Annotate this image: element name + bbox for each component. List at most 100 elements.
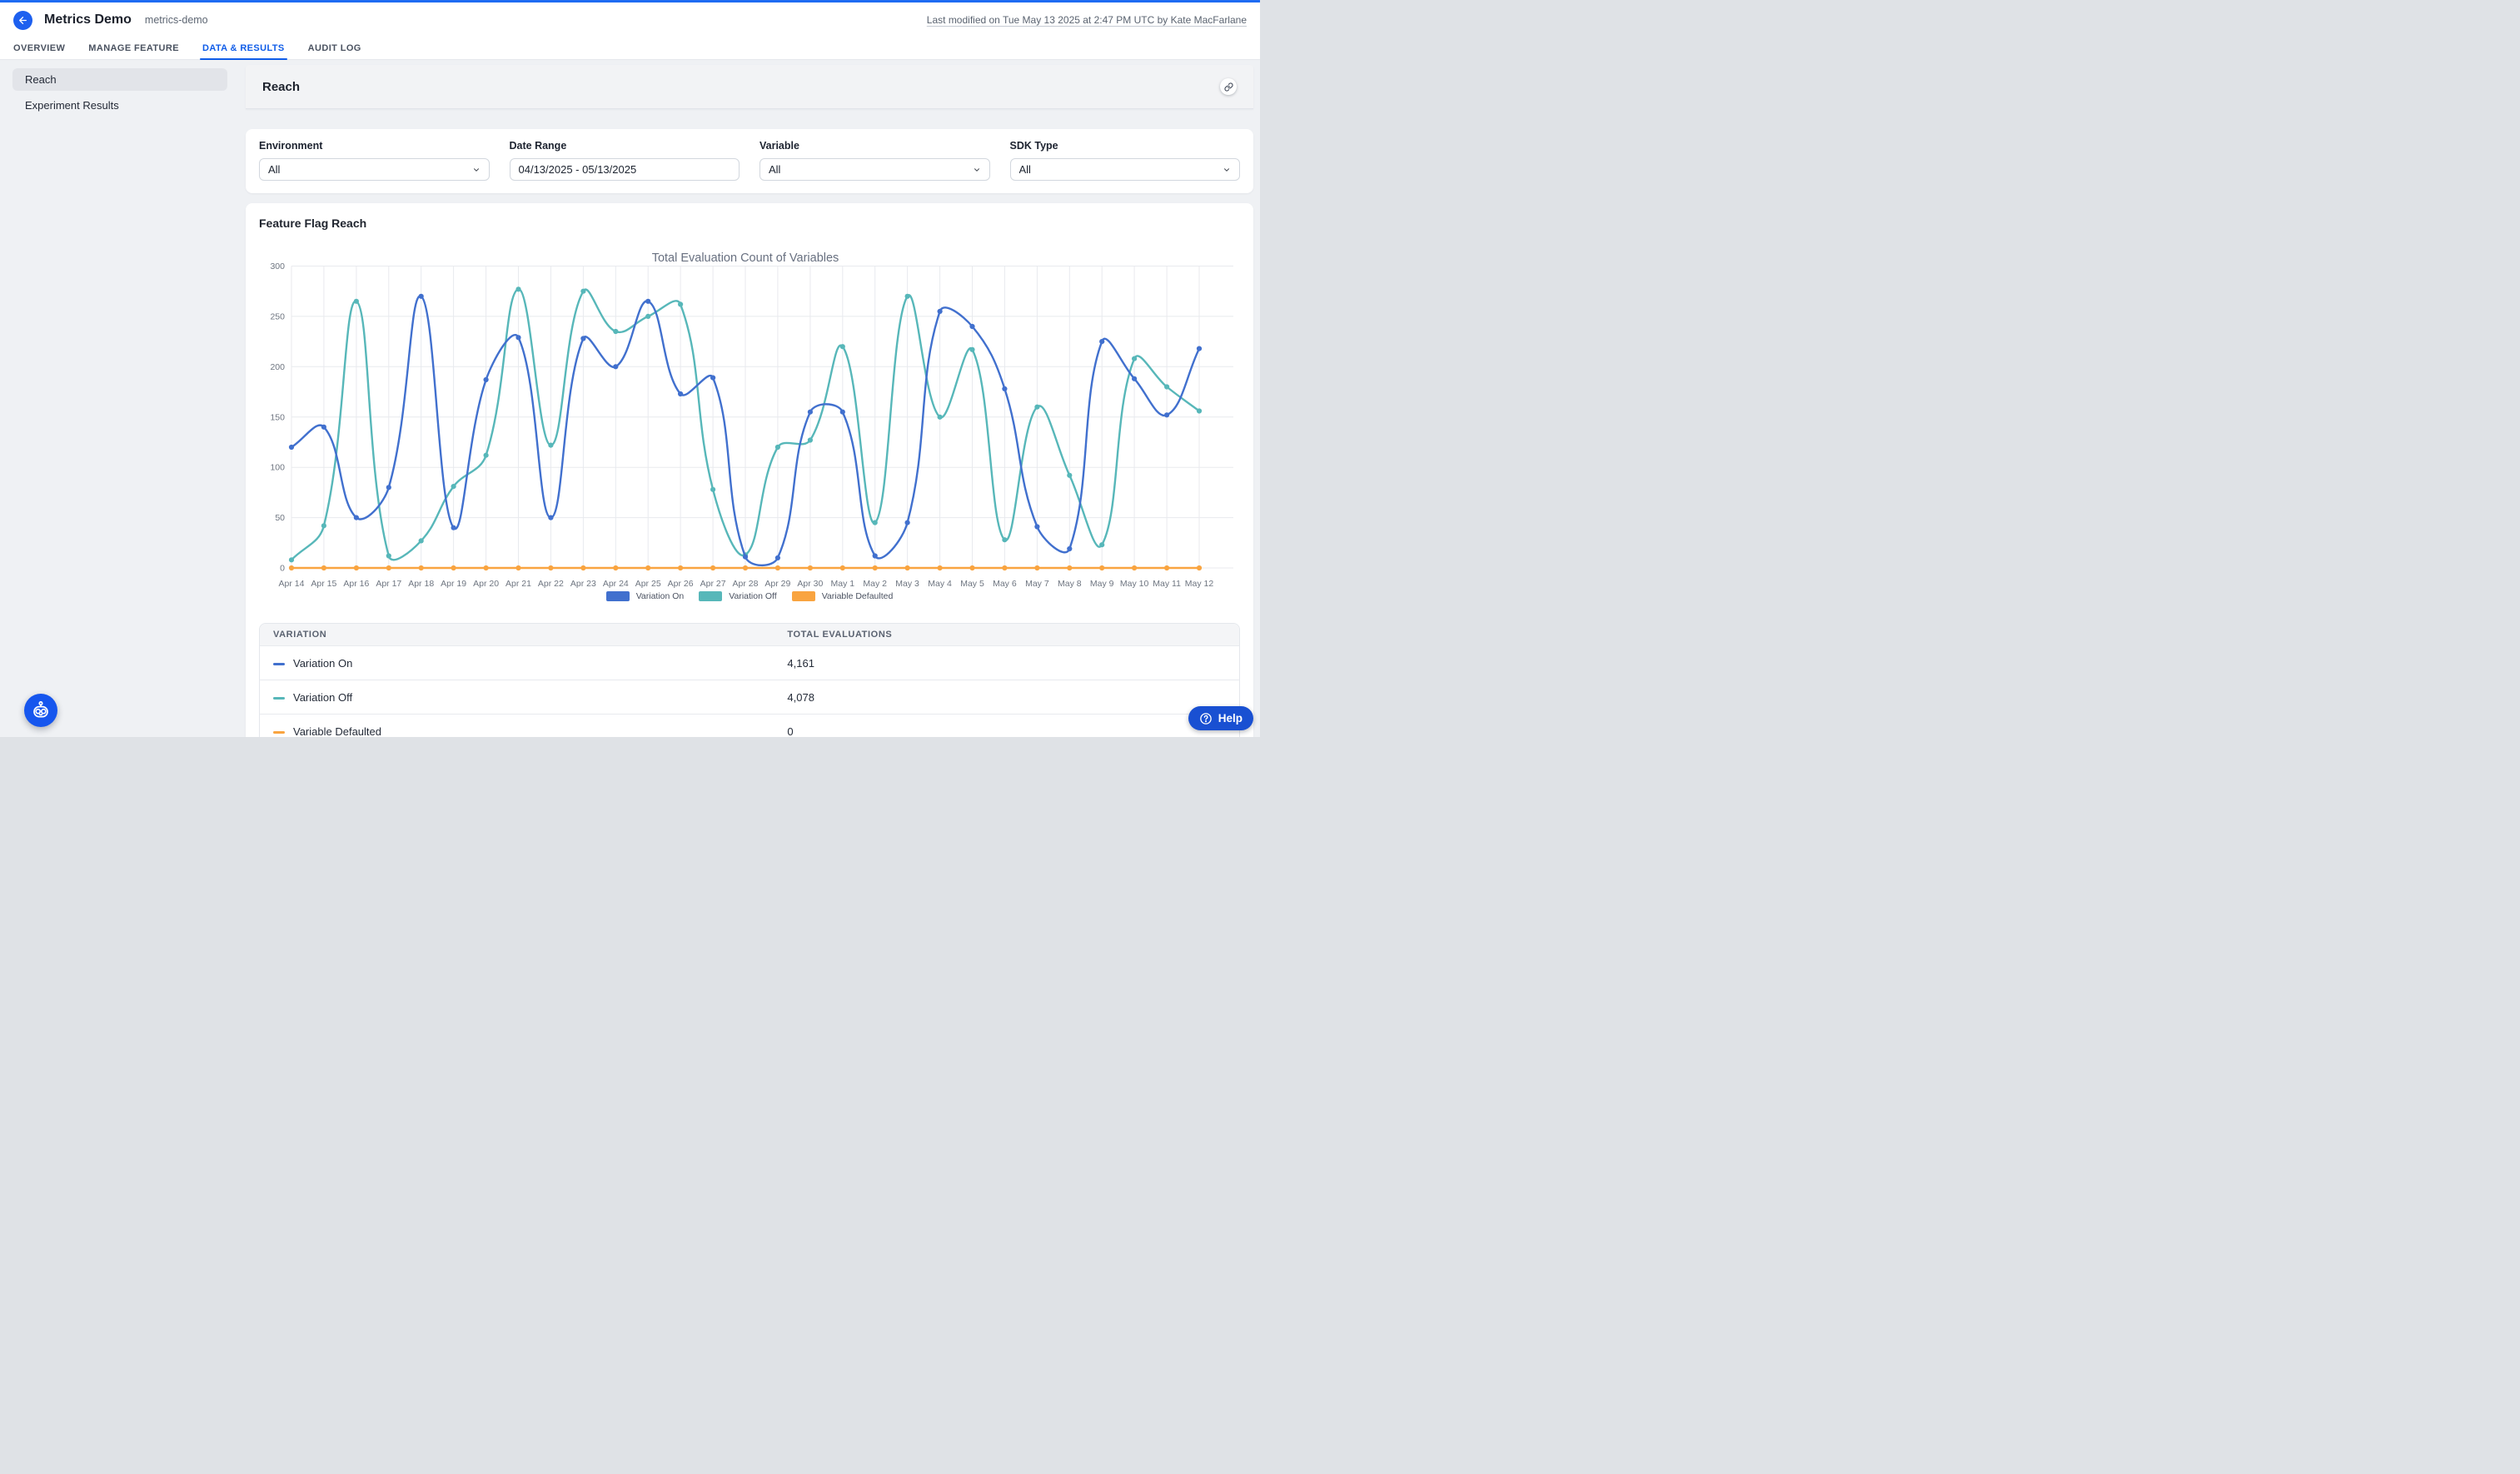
svg-text:50: 50	[275, 513, 285, 523]
sdk-type-value: All	[1019, 163, 1223, 176]
svg-text:May 2: May 2	[863, 579, 887, 589]
svg-text:May 11: May 11	[1153, 579, 1181, 589]
legend-swatch-variation-on	[606, 591, 630, 601]
filter-sdk-type: SDK Type All	[1010, 140, 1241, 181]
tab-manage-feature[interactable]: MANAGE FEATURE	[88, 37, 179, 59]
svg-text:May 10: May 10	[1120, 579, 1149, 589]
svg-text:Apr 16: Apr 16	[343, 579, 369, 589]
help-label: Help	[1218, 712, 1243, 725]
app-header: Metrics Demo metrics-demo Last modified …	[0, 2, 1260, 37]
svg-text:300: 300	[270, 261, 285, 271]
sidebar-item-experiment-results[interactable]: Experiment Results	[12, 94, 227, 117]
ai-assistant-button[interactable]	[24, 694, 57, 727]
results-sidebar: Reach Experiment Results	[12, 60, 227, 120]
svg-text:May 6: May 6	[993, 579, 1017, 589]
link-icon	[1224, 82, 1233, 92]
legend-label: Variation On	[636, 591, 685, 601]
svg-text:Apr 28: Apr 28	[733, 579, 759, 589]
legend-label: Variation Off	[729, 591, 776, 601]
row-label: Variation Off	[293, 691, 352, 704]
robot-icon	[31, 700, 51, 720]
column-header-variation: VARIATION	[260, 624, 774, 645]
tab-overview[interactable]: OVERVIEW	[13, 37, 65, 59]
svg-text:May 5: May 5	[960, 579, 984, 589]
chevron-down-icon	[472, 166, 481, 174]
svg-text:Apr 20: Apr 20	[473, 579, 499, 589]
tab-audit-log[interactable]: AUDIT LOG	[308, 37, 361, 59]
row-swatch-variation-off	[273, 697, 285, 700]
row-label: Variation On	[293, 657, 352, 670]
svg-text:Apr 26: Apr 26	[668, 579, 694, 589]
row-swatch-variation-on	[273, 663, 285, 665]
svg-text:May 9: May 9	[1090, 579, 1114, 589]
variable-value: All	[769, 163, 973, 176]
sidebar-item-reach[interactable]: Reach	[12, 68, 227, 91]
svg-text:May 1: May 1	[831, 579, 855, 589]
row-swatch-variable-defaulted	[273, 731, 285, 734]
filter-variable: Variable All	[759, 140, 990, 181]
svg-text:May 4: May 4	[928, 579, 952, 589]
svg-text:Apr 22: Apr 22	[538, 579, 564, 589]
arrow-left-icon	[17, 15, 28, 26]
date-range-label: Date Range	[510, 140, 740, 152]
date-range-input[interactable]	[510, 158, 740, 181]
svg-text:Apr 17: Apr 17	[376, 579, 401, 589]
svg-text:200: 200	[270, 362, 285, 372]
tab-data-and-results[interactable]: DATA & RESULTS	[202, 37, 285, 59]
chart-legend: Variation On Variation Off Variable Defa…	[259, 591, 1240, 601]
feature-flag-reach-card: Feature Flag Reach 050100150200250300Tot…	[246, 203, 1253, 737]
filters-bar: Environment All Date Range Variable All	[246, 129, 1253, 193]
svg-text:Apr 27: Apr 27	[700, 579, 726, 589]
svg-text:250: 250	[270, 311, 285, 321]
sdk-type-label: SDK Type	[1010, 140, 1241, 152]
legend-item-variation-off[interactable]: Variation Off	[699, 591, 776, 601]
svg-text:Apr 29: Apr 29	[764, 579, 790, 589]
row-value: 0	[774, 714, 1239, 737]
reach-panel-header: Reach	[246, 65, 1253, 109]
svg-text:Apr 15: Apr 15	[311, 579, 336, 589]
last-modified-text: Last modified on Tue May 13 2025 at 2:47…	[927, 14, 1247, 26]
legend-item-variation-on[interactable]: Variation On	[606, 591, 685, 601]
environment-label: Environment	[259, 140, 490, 152]
svg-text:Apr 18: Apr 18	[408, 579, 434, 589]
svg-text:Apr 23: Apr 23	[570, 579, 596, 589]
variable-select[interactable]: All	[759, 158, 990, 181]
environment-value: All	[268, 163, 472, 176]
main-content: Reach Environment All Date Range	[246, 60, 1253, 737]
table-row: Variable Defaulted 0	[260, 714, 1239, 737]
svg-text:Total Evaluation Count of Vari: Total Evaluation Count of Variables	[652, 251, 839, 265]
row-value: 4,078	[774, 680, 1239, 714]
variable-label: Variable	[759, 140, 990, 152]
svg-text:Apr 14: Apr 14	[279, 579, 305, 589]
svg-text:May 12: May 12	[1185, 579, 1214, 589]
row-value: 4,161	[774, 645, 1239, 680]
sdk-type-select[interactable]: All	[1010, 158, 1241, 181]
chevron-down-icon	[973, 166, 981, 174]
svg-text:Apr 19: Apr 19	[441, 579, 466, 589]
chevron-down-icon	[1223, 166, 1231, 174]
filter-environment: Environment All	[259, 140, 490, 181]
legend-swatch-variation-off	[699, 591, 722, 601]
help-button[interactable]: Help	[1188, 706, 1253, 730]
card-title: Feature Flag Reach	[259, 217, 1240, 230]
svg-text:Apr 24: Apr 24	[603, 579, 629, 589]
page-title: Metrics Demo	[44, 12, 132, 27]
evaluation-count-chart: 050100150200250300Total Evaluation Count…	[259, 240, 1240, 590]
page-body: Reach Experiment Results Reach Environme…	[0, 60, 1260, 737]
back-button[interactable]	[13, 11, 32, 30]
panel-title: Reach	[262, 80, 300, 94]
table-row: Variation Off 4,078	[260, 680, 1239, 714]
table-header-row: VARIATION TOTAL EVALUATIONS	[260, 624, 1239, 645]
svg-text:May 3: May 3	[895, 579, 919, 589]
svg-text:May 8: May 8	[1058, 579, 1082, 589]
copy-link-button[interactable]	[1220, 78, 1237, 95]
svg-text:Apr 21: Apr 21	[505, 579, 531, 589]
svg-text:150: 150	[270, 412, 285, 422]
svg-text:0: 0	[280, 564, 285, 574]
legend-swatch-variable-defaulted	[792, 591, 815, 601]
svg-text:Apr 25: Apr 25	[635, 579, 661, 589]
legend-item-variable-defaulted[interactable]: Variable Defaulted	[792, 591, 894, 601]
legend-label: Variable Defaulted	[822, 591, 894, 601]
environment-select[interactable]: All	[259, 158, 490, 181]
table-row: Variation On 4,161	[260, 645, 1239, 680]
